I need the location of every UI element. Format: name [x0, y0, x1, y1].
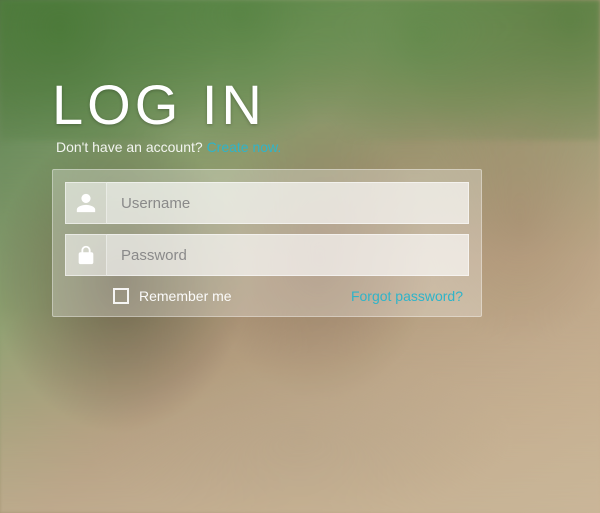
- checkbox-icon: [113, 288, 129, 304]
- form-bottom-row: Remember me Forgot password?: [65, 288, 469, 306]
- password-row: [65, 234, 469, 276]
- signup-prompt-text: Don't have an account?: [56, 139, 207, 155]
- lock-icon: [65, 234, 107, 276]
- username-input[interactable]: [107, 182, 469, 224]
- page-title: LOG IN: [52, 72, 482, 137]
- create-account-link[interactable]: Create now.: [207, 139, 282, 155]
- remember-me-label: Remember me: [139, 288, 232, 304]
- password-input[interactable]: [107, 234, 469, 276]
- signup-prompt: Don't have an account? Create now.: [52, 139, 482, 155]
- username-row: [65, 182, 469, 224]
- remember-me-checkbox[interactable]: Remember me: [113, 288, 232, 304]
- login-form: Remember me Forgot password?: [52, 169, 482, 317]
- forgot-password-link[interactable]: Forgot password?: [351, 288, 463, 304]
- login-panel: LOG IN Don't have an account? Create now…: [52, 72, 482, 317]
- user-icon: [65, 182, 107, 224]
